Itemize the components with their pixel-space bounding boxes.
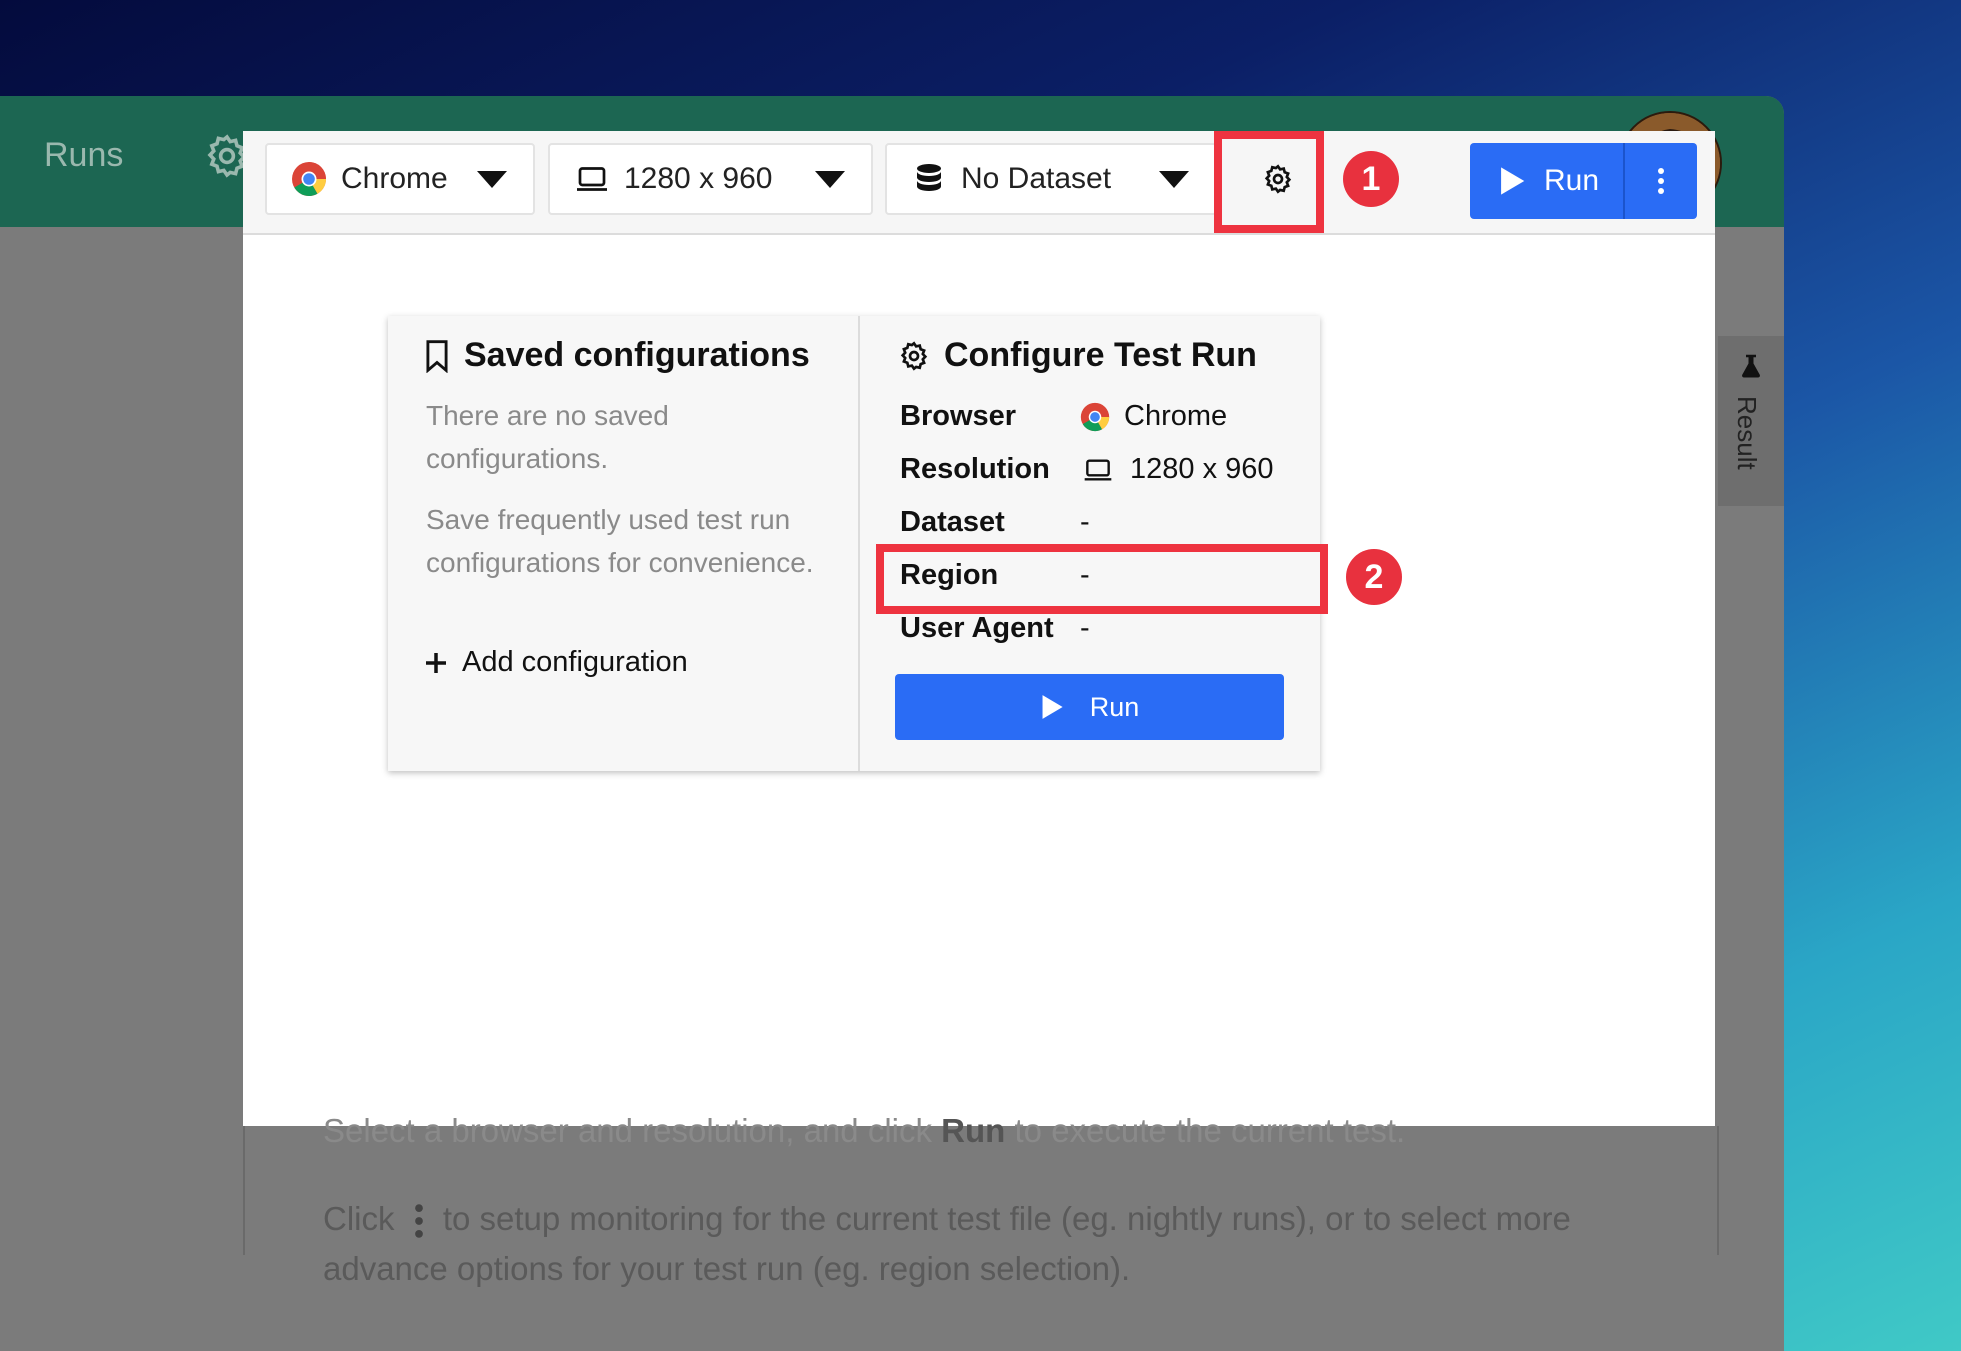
saved-configurations-title: Saved configurations <box>464 336 810 374</box>
instruction-run-emphasis: Run <box>941 1112 1006 1149</box>
laptop-icon <box>1084 458 1112 481</box>
kebab-menu-icon <box>414 1204 423 1238</box>
run-more-options-button[interactable] <box>1625 143 1697 219</box>
config-value: 1280 x 960 <box>1080 453 1274 486</box>
config-value: Chrome <box>1080 400 1227 433</box>
browser-value: Chrome <box>341 162 448 195</box>
runs-nav-link[interactable]: Runs <box>44 136 123 175</box>
popup-run-button[interactable]: Run <box>895 674 1284 740</box>
user-agent-config-value: - <box>1080 612 1090 644</box>
step-marker-1: 1 <box>1343 151 1399 207</box>
chevron-down-icon <box>477 171 507 188</box>
highlight-box-configure <box>1214 131 1324 233</box>
no-saved-configs-text: There are no saved configurations. <box>426 400 669 474</box>
play-icon <box>1501 167 1525 195</box>
resolution-value: 1280 x 960 <box>624 162 773 195</box>
step-marker-2: 2 <box>1346 549 1402 605</box>
browser-dropdown[interactable]: Chrome <box>265 143 535 215</box>
chevron-down-icon <box>815 171 845 188</box>
saved-configs-hint-text: Save frequently used test run configurat… <box>426 504 814 578</box>
plus-icon <box>426 652 446 673</box>
database-icon <box>917 164 941 191</box>
dataset-config-value: - <box>1080 506 1090 538</box>
config-key: User Agent <box>900 612 1054 644</box>
chrome-icon <box>1080 402 1110 431</box>
result-tab-label: Result <box>1732 396 1762 470</box>
popup-run-label: Run <box>1089 691 1140 722</box>
config-key: Browser <box>900 400 1017 432</box>
instruction-text: to setup monitoring for the current test… <box>442 1200 1571 1237</box>
config-row-resolution: Resolution 1280 x 960 <box>900 453 1274 486</box>
instruction-line-2: Click to setup monitoring for the curren… <box>323 1200 1571 1239</box>
run-button-group[interactable]: Run <box>1470 143 1697 219</box>
run-button[interactable]: Run <box>1470 143 1625 219</box>
config-key: Dataset <box>900 506 1005 538</box>
instruction-line-3: advance options for your test run (eg. r… <box>323 1250 1131 1287</box>
chevron-down-icon <box>1159 171 1189 188</box>
resolution-dropdown[interactable]: 1280 x 960 <box>548 143 873 215</box>
configure-test-run-heading: Configure Test Run <box>898 336 1257 375</box>
saved-configurations-section: Saved configurations There are no saved … <box>388 316 860 771</box>
run-button-label: Run <box>1544 164 1600 197</box>
config-row-user-agent: User Agent - <box>900 612 1090 645</box>
add-configuration-button[interactable]: Add configuration <box>424 646 688 679</box>
instruction-text: Click <box>323 1200 395 1237</box>
dataset-dropdown[interactable]: No Dataset <box>885 143 1217 215</box>
laptop-icon <box>577 167 607 191</box>
highlight-box-region <box>876 544 1328 614</box>
config-row-dataset: Dataset - <box>900 506 1090 539</box>
browser-config-value: Chrome <box>1124 400 1228 432</box>
saved-configurations-heading: Saved configurations <box>424 336 810 375</box>
chrome-icon <box>292 162 326 196</box>
flask-icon <box>1742 354 1760 378</box>
play-icon <box>1042 695 1063 719</box>
kebab-menu-icon <box>1658 168 1664 194</box>
instruction-text: Select a browser and resolution, and cli… <box>323 1112 932 1149</box>
result-side-tab[interactable]: Result <box>1718 336 1784 506</box>
run-toolbar: Chrome 1280 x 960 No Dataset 1 Run <box>243 131 1715 235</box>
resolution-config-value: 1280 x 960 <box>1130 453 1274 485</box>
instruction-text: to execute the current test. <box>1014 1112 1406 1149</box>
add-configuration-label: Add configuration <box>462 646 688 678</box>
configure-test-run-title: Configure Test Run <box>944 336 1257 374</box>
instruction-line-1: Select a browser and resolution, and cli… <box>323 1112 1405 1150</box>
dataset-value: No Dataset <box>961 162 1112 195</box>
config-row-browser: Browser Chrome <box>900 400 1227 433</box>
config-key: Resolution <box>900 453 1050 485</box>
bookmark-icon <box>426 339 448 373</box>
settings-gear-icon <box>900 340 928 371</box>
